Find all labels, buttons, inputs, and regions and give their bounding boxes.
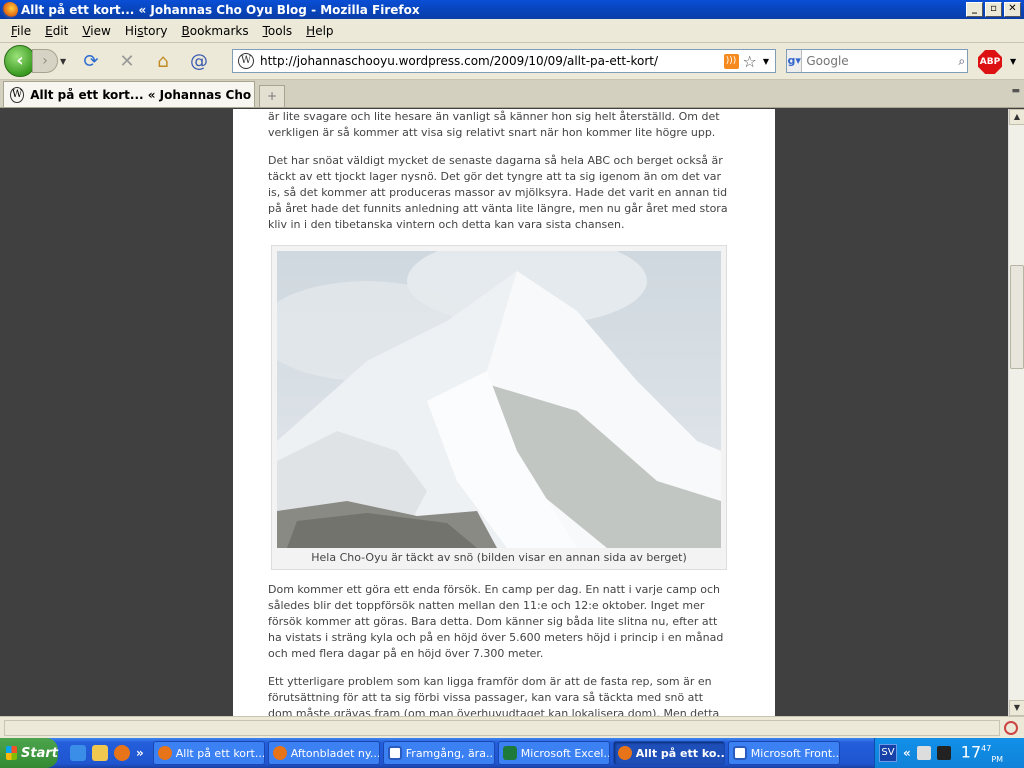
tray-app-icon[interactable] — [936, 746, 951, 760]
search-bar[interactable]: g▾ ⌕ — [786, 49, 968, 73]
windows-taskbar: Start » Allt på ett kort... Aftonbladet … — [0, 738, 1024, 768]
firefox-icon — [157, 746, 172, 760]
word-icon — [387, 746, 402, 760]
wordpress-favicon-icon: W — [238, 53, 254, 69]
menu-help[interactable]: Help — [299, 24, 340, 38]
post-paragraph: Det har snöat väldigt mycket de senaste … — [268, 154, 728, 231]
post-paragraph: Ett ytterligare problem som kan ligga fr… — [268, 675, 720, 716]
url-dropdown-icon[interactable]: ▼ — [763, 57, 769, 66]
network-icon[interactable] — [916, 746, 931, 760]
maximize-button[interactable]: ▫ — [985, 2, 1002, 17]
frontpage-icon — [732, 746, 747, 760]
stop-icon[interactable]: ✕ — [112, 48, 142, 74]
taskbar-item-active[interactable]: Allt på ett ko... — [612, 741, 725, 765]
taskbar-item[interactable]: Microsoft Excel... — [497, 741, 610, 765]
excel-icon — [502, 746, 517, 760]
explorer-folder-icon[interactable] — [92, 745, 108, 761]
search-input[interactable] — [802, 54, 957, 68]
system-tray: SV « 1747PM — [874, 738, 1024, 768]
tab-list-icon[interactable]: ▬ — [1011, 86, 1020, 96]
window-title: Allt på ett kort... « Johannas Cho Oyu B… — [21, 2, 420, 17]
scrollbar-thumb[interactable] — [1010, 265, 1024, 369]
history-dropdown-icon[interactable]: ▼ — [60, 57, 70, 66]
start-button[interactable]: Start — [0, 738, 58, 768]
menu-view[interactable]: View — [75, 24, 117, 38]
new-tab-button[interactable]: + — [259, 85, 285, 107]
reload-icon[interactable]: ⟳ — [76, 48, 106, 74]
google-engine-icon[interactable]: g▾ — [787, 50, 803, 72]
home-icon[interactable]: ⌂ — [148, 48, 178, 74]
taskbar-item[interactable]: Microsoft Front... — [727, 741, 840, 765]
taskbar-item[interactable]: Allt på ett kort... — [152, 741, 265, 765]
ie-icon[interactable] — [70, 745, 86, 761]
mountain-photo[interactable] — [277, 251, 721, 548]
quick-launch-more-icon[interactable]: » — [136, 746, 144, 760]
menu-history[interactable]: History — [118, 24, 175, 38]
url-input[interactable] — [260, 54, 724, 68]
minimize-button[interactable]: _ — [966, 2, 983, 17]
menu-bar: File Edit View History Bookmarks Tools H… — [0, 19, 1024, 43]
forward-button[interactable]: › — [32, 49, 58, 73]
bookmark-star-icon[interactable]: ☆ — [743, 52, 757, 71]
page-viewport: Johanna känner sig helt återställd i lun… — [0, 109, 1008, 716]
post-paragraph: Dom kommer ett göra ett enda försök. En … — [268, 583, 724, 660]
quick-launch: » — [70, 745, 144, 761]
tab-bar: W Allt på ett kort... « Johannas Cho Oy.… — [0, 80, 1024, 108]
navigation-toolbar: ‹ › ▼ ⟳ ✕ ⌂ @ W ))) ☆ ▼ g▾ ⌕ ABP ▼ — [0, 43, 1024, 80]
taskbar-item[interactable]: Framgång, ära... — [382, 741, 495, 765]
menu-file[interactable]: File — [4, 24, 38, 38]
tray-expand-icon[interactable]: « — [903, 746, 911, 760]
adblock-plus-icon[interactable]: ABP — [978, 50, 1002, 74]
wordpress-favicon-icon: W — [10, 86, 25, 103]
status-addon-icon[interactable] — [1004, 720, 1018, 735]
post-body: Johanna känner sig helt återställd i lun… — [268, 109, 728, 716]
figure-caption: Hela Cho-Oyu är täckt av snö (bilden vis… — [311, 551, 687, 564]
firefox-icon — [617, 746, 632, 760]
post-paragraph: Johanna känner sig helt återställd i lun… — [268, 110, 720, 139]
close-button[interactable]: ✕ — [1004, 2, 1021, 17]
menu-bookmarks[interactable]: Bookmarks — [175, 24, 256, 38]
scroll-down-arrow-icon[interactable]: ▼ — [1009, 700, 1024, 716]
menu-edit[interactable]: Edit — [38, 24, 75, 38]
blog-page: Johanna känner sig helt återställd i lun… — [233, 109, 775, 716]
windows-logo-icon — [6, 746, 18, 760]
tab-active[interactable]: W Allt på ett kort... « Johannas Cho Oy.… — [3, 81, 255, 107]
addon-swirl-icon[interactable]: @ — [184, 48, 214, 74]
clock[interactable]: 1747PM — [961, 740, 1003, 766]
scroll-up-arrow-icon[interactable]: ▲ — [1009, 109, 1024, 125]
url-bar[interactable]: W ))) ☆ ▼ — [232, 49, 776, 73]
taskbar-item[interactable]: Aftonbladet ny... — [267, 741, 380, 765]
language-indicator[interactable]: SV — [879, 744, 897, 762]
search-icon[interactable]: ⌕ — [956, 54, 967, 69]
rss-icon[interactable]: ))) — [723, 53, 739, 69]
menu-tools[interactable]: Tools — [256, 24, 300, 38]
tab-title: Allt på ett kort... « Johannas Cho Oy... — [30, 87, 254, 102]
status-text-pane — [4, 719, 1000, 736]
adblock-dropdown-icon[interactable]: ▼ — [1010, 57, 1016, 66]
status-bar — [0, 716, 1024, 738]
firefox-icon — [2, 1, 18, 18]
post-figure: Hela Cho-Oyu är täckt av snö (bilden vis… — [271, 245, 727, 570]
vertical-scrollbar[interactable]: ▲ ▼ — [1008, 109, 1024, 716]
firefox-icon — [272, 746, 287, 760]
title-bar: Allt på ett kort... « Johannas Cho Oyu B… — [0, 0, 1024, 19]
firefox-icon[interactable] — [114, 745, 130, 761]
